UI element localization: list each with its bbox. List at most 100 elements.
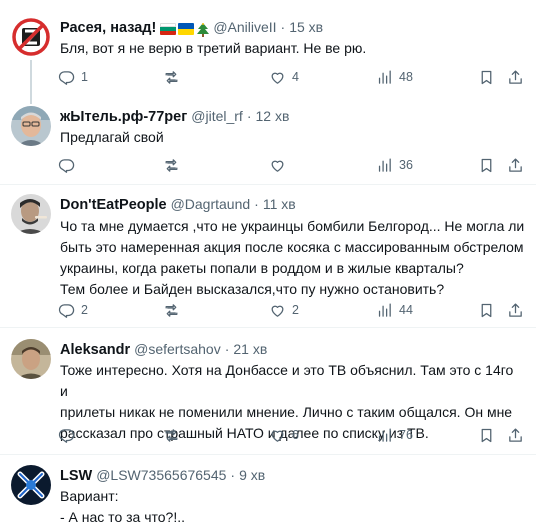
separator-dot: ·	[224, 341, 230, 357]
tweet-5[interactable]: LSW @LSW73565676545 · 9 хв Вариант: - А …	[0, 455, 536, 531]
views-icon	[378, 427, 391, 442]
heart-icon	[271, 72, 284, 84]
like-button[interactable]: 2	[269, 300, 299, 320]
reply-button[interactable]	[58, 425, 81, 445]
retweet-button[interactable]	[163, 67, 186, 87]
share-button[interactable]	[507, 155, 524, 175]
action-bar: 36	[58, 155, 528, 175]
views-icon	[378, 302, 391, 317]
thread-line	[30, 60, 32, 104]
like-count: 6	[292, 428, 299, 442]
user-handle[interactable]: @jitel_rf	[191, 106, 243, 126]
ukraine-flag-icon	[178, 23, 195, 35]
separator-dot: ·	[230, 467, 236, 483]
display-name[interactable]: Расея, назад!	[60, 18, 156, 38]
user-handle[interactable]: @LSW73565676545	[96, 465, 226, 485]
tweet-header: Расея, назад! @AniliveII · 15 хв	[60, 17, 323, 37]
display-name[interactable]: Don'tEatPeople	[60, 195, 167, 215]
avatar[interactable]	[11, 465, 51, 505]
share-icon	[509, 427, 522, 442]
user-handle[interactable]: @AniliveII	[213, 17, 276, 37]
views-icon	[378, 157, 391, 172]
separator-dot: ·	[280, 19, 286, 35]
retweet-button[interactable]	[163, 425, 186, 445]
tweet-text: Чо та мне думается ,что не украинцы бомб…	[60, 218, 525, 297]
user-handle[interactable]: @sefertsahov	[134, 339, 221, 359]
flag-emojis	[160, 22, 210, 37]
views-button[interactable]: 48	[376, 67, 413, 87]
share-icon	[509, 69, 522, 84]
retweet-icon	[165, 428, 178, 442]
heart-icon	[271, 160, 284, 172]
avatar[interactable]	[11, 339, 51, 379]
heart-icon	[271, 430, 284, 442]
user-photo-avatar-image	[11, 339, 51, 379]
display-name[interactable]: жЫтель.рф-77рег	[60, 107, 187, 127]
timestamp[interactable]: 9 хв	[239, 465, 265, 485]
view-count: 48	[399, 70, 413, 84]
tweet-text: Вариант: - А нас то за что?!..	[60, 488, 186, 525]
view-count: 44	[399, 303, 413, 317]
timestamp[interactable]: 12 хв	[256, 106, 290, 126]
display-name[interactable]: Aleksandr	[60, 340, 130, 360]
share-button[interactable]	[507, 67, 524, 87]
no-z-symbol-avatar-image	[11, 17, 51, 57]
heart-icon	[271, 305, 284, 317]
like-count: 2	[292, 303, 299, 317]
timestamp[interactable]: 21 хв	[233, 339, 267, 359]
display-name[interactable]: LSW	[60, 466, 92, 486]
tweet-4[interactable]: Aleksandr @sefertsahov · 21 хв Тоже инте…	[0, 328, 536, 453]
avatar[interactable]	[11, 106, 51, 146]
reply-button[interactable]	[58, 155, 81, 175]
views-icon	[378, 69, 391, 84]
reply-icon	[58, 303, 75, 318]
separator-dot: ·	[254, 196, 259, 212]
retweet-button[interactable]	[163, 155, 186, 175]
bulgaria-flag-icon	[160, 23, 177, 35]
action-bar: 2 2 44	[58, 300, 528, 320]
like-button[interactable]: 6	[269, 425, 299, 445]
share-button[interactable]	[507, 425, 524, 445]
bookmark-icon	[481, 158, 492, 172]
bookmark-button[interactable]	[478, 300, 495, 320]
share-button[interactable]	[507, 300, 524, 320]
timestamp[interactable]: 15 хв	[289, 17, 323, 37]
bookmark-icon	[481, 303, 492, 317]
retweet-icon	[165, 158, 178, 172]
reply-icon	[58, 70, 75, 85]
timestamp[interactable]: 11 хв	[263, 194, 296, 214]
action-bar: 1 4 48	[58, 67, 528, 87]
reply-icon	[58, 158, 75, 173]
bookmark-button[interactable]	[478, 155, 495, 175]
flag-x-avatar-image	[11, 465, 51, 505]
reply-button[interactable]: 1	[58, 67, 88, 87]
avatar[interactable]	[11, 194, 51, 234]
tweet-header: Aleksandr @sefertsahov · 21 хв	[60, 339, 267, 359]
like-button[interactable]: 4	[269, 67, 299, 87]
retweet-icon	[165, 303, 178, 317]
tweet-header: жЫтель.рф-77рег @jitel_rf · 12 хв	[60, 106, 289, 126]
bookmark-button[interactable]	[478, 67, 495, 87]
share-icon	[509, 302, 522, 317]
bookmark-icon	[481, 70, 492, 84]
tweet-2[interactable]: жЫтель.рф-77рег @jitel_rf · 12 хв Предла…	[0, 100, 536, 180]
user-handle[interactable]: @Dagrtaund	[171, 194, 251, 214]
reply-count: 1	[81, 70, 88, 84]
tweet-text: Предлагай свой	[60, 129, 164, 145]
separator-dot: ·	[246, 108, 252, 124]
views-button[interactable]: 76	[376, 425, 413, 445]
user-photo-avatar-image	[11, 194, 51, 234]
bookmark-button[interactable]	[478, 425, 495, 445]
views-button[interactable]: 36	[376, 155, 413, 175]
reply-count: 2	[81, 303, 88, 317]
tweet-1[interactable]: Расея, назад! @AniliveII · 15 хв Бля, во…	[0, 0, 536, 104]
retweet-button[interactable]	[163, 300, 186, 320]
bookmark-icon	[481, 428, 492, 442]
tweet-3[interactable]: Don'tEatPeople @Dagrtaund · 11 хв Чо та …	[0, 185, 536, 325]
reply-button[interactable]: 2	[58, 300, 88, 320]
action-bar: 6 76	[58, 425, 528, 445]
tweet-header: LSW @LSW73565676545 · 9 хв	[60, 465, 265, 485]
avatar[interactable]	[11, 17, 51, 57]
like-button[interactable]	[269, 155, 292, 175]
views-button[interactable]: 44	[376, 300, 413, 320]
